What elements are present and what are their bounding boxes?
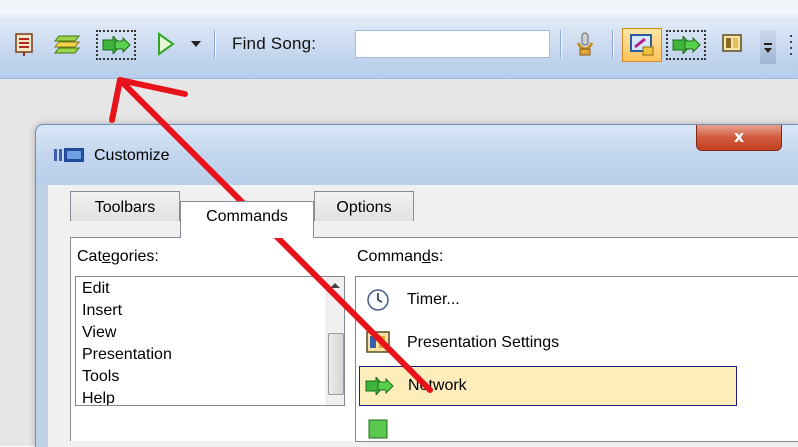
command-label: Timer...: [407, 291, 460, 308]
toolbar-separator: [612, 30, 613, 58]
dropdown-arrow-icon: [191, 41, 201, 47]
list-item[interactable]: Presentation: [82, 345, 172, 365]
find-song-label: Find Song:: [232, 34, 317, 53]
dialog-titlebar[interactable]: Customize x: [36, 125, 798, 185]
categories-scrollbar[interactable]: [326, 277, 344, 405]
network-icon: [102, 36, 131, 54]
network-icon: [672, 36, 701, 54]
projector-icon: [722, 34, 742, 52]
list-item[interactable]: Tools: [82, 367, 119, 387]
scroll-up-arrow-icon[interactable]: [330, 283, 340, 288]
commands-label: Commands:: [357, 248, 444, 265]
toolbar-separator: [560, 30, 561, 58]
microphone-icon: [576, 32, 594, 56]
categories-label: Categories:: [77, 248, 159, 265]
command-label: Presentation Settings: [407, 334, 560, 351]
command-label: Network: [408, 377, 467, 394]
list-item[interactable]: Help: [82, 389, 115, 405]
list-item[interactable]: View: [82, 323, 116, 343]
presentation-settings-icon: [363, 328, 393, 358]
list-item-selected[interactable]: Network: [359, 366, 737, 406]
tab-toolbars[interactable]: Toolbars: [70, 191, 180, 221]
layers-icon: [53, 35, 81, 54]
tab-commands[interactable]: Commands: [180, 201, 314, 238]
commands-listbox[interactable]: Timer... Presentation Settings Network: [355, 276, 798, 442]
toolbar-grip[interactable]: [786, 30, 796, 60]
green-icon: [363, 414, 393, 441]
network-icon: [364, 371, 394, 401]
toolbar-overflow-button[interactable]: [760, 30, 776, 64]
dialog-title: Customize: [94, 147, 170, 164]
commands-tab-panel: Categories: Edit Insert View Presentatio…: [70, 237, 798, 442]
presentation-settings-button[interactable]: [622, 28, 662, 62]
layers-button[interactable]: [52, 30, 82, 58]
customize-dialog: Customize x Toolbars Commands Options Ca…: [35, 124, 798, 447]
list-item[interactable]: Presentation Settings: [359, 323, 737, 363]
network-toolbar-button-copy[interactable]: [666, 30, 706, 60]
clock-icon: [363, 285, 393, 315]
song-list-button[interactable]: [10, 30, 38, 58]
toolbar-top-band: [0, 0, 798, 14]
play-dropdown-button[interactable]: [188, 30, 204, 58]
close-button[interactable]: x: [696, 125, 782, 151]
list-item[interactable]: Timer...: [359, 280, 737, 320]
list-item[interactable]: Edit: [82, 279, 110, 299]
play-icon: [158, 32, 175, 56]
toolbar-separator: [214, 30, 215, 58]
network-toolbar-button[interactable]: [96, 30, 136, 60]
microphone-button[interactable]: [570, 30, 600, 58]
main-toolbar: Find Song:: [0, 0, 798, 80]
find-song-input[interactable]: [355, 30, 550, 58]
list-item[interactable]: Insert: [82, 301, 122, 321]
list-item[interactable]: [359, 409, 737, 441]
grip-icon: [790, 35, 792, 55]
play-button[interactable]: [150, 30, 180, 58]
song-list-icon: [15, 33, 33, 56]
overflow-chevron-icon: [764, 43, 772, 53]
scroll-thumb[interactable]: [328, 333, 344, 395]
presentation-settings-icon: [630, 34, 654, 56]
app-icon: [52, 145, 86, 169]
tab-options[interactable]: Options: [314, 191, 414, 221]
categories-listbox[interactable]: Edit Insert View Presentation Tools Help: [75, 276, 345, 406]
dialog-client-area: Toolbars Commands Options Categories: Ed…: [48, 185, 798, 447]
projector-button[interactable]: [716, 30, 748, 58]
